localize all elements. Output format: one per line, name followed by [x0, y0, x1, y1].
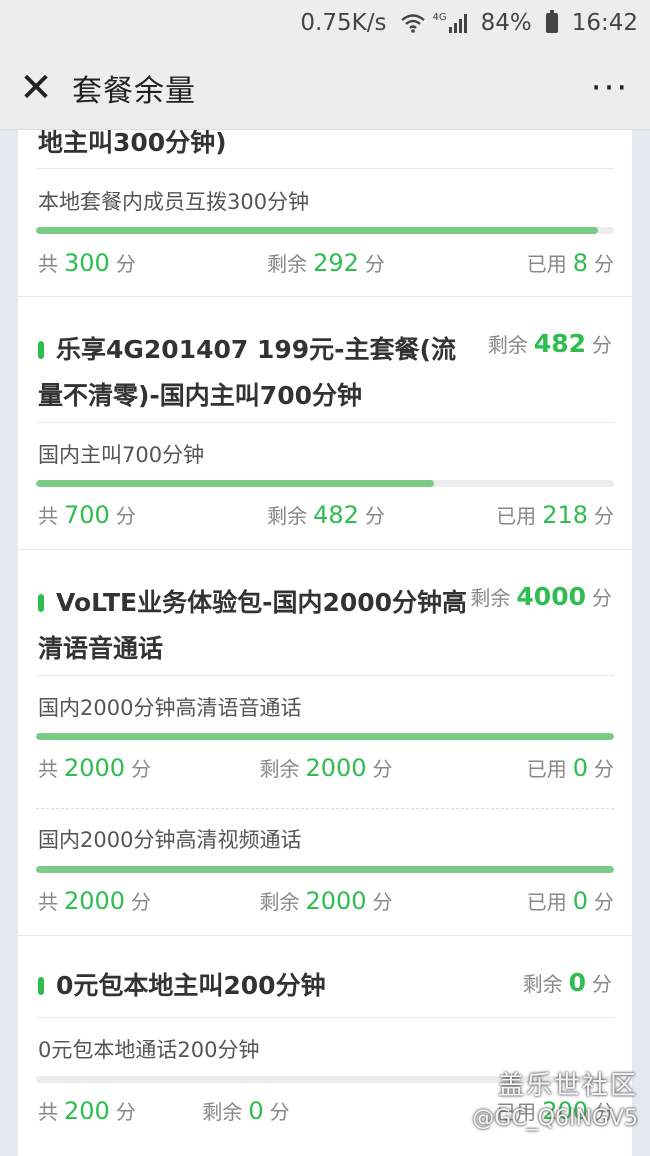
signal-icon: 4G — [432, 13, 467, 33]
item-name: 国内主叫700分钟 — [38, 443, 205, 467]
package-marker — [38, 341, 44, 359]
wifi-icon — [401, 14, 426, 33]
battery-icon — [545, 10, 558, 33]
package-marker — [38, 594, 44, 612]
package-name: 乐享4G201407 199元-主套餐(流量不清零)-国内主叫700分钟 — [38, 335, 456, 410]
watermark-user: @GC_Q6INGV5 — [472, 1106, 638, 1131]
package-remain: 剩余 4000 分 — [470, 582, 612, 611]
item-stats: 共 2000 分 剩余 2000 分 已用 0 分 — [38, 753, 614, 783]
package-remain: 剩余 0 分 — [522, 968, 612, 997]
more-icon: ··· — [590, 67, 630, 108]
usage-bar-fill — [36, 480, 435, 487]
status-icons: 4G — [400, 13, 467, 33]
divider — [36, 168, 614, 169]
usage-bar — [36, 227, 614, 234]
stat-remain: 剩余 0 分 — [202, 1097, 290, 1125]
clock: 16:42 — [571, 10, 638, 36]
close-button[interactable]: ✕ — [0, 46, 72, 130]
package-remain: 剩余 482 分 — [487, 329, 612, 358]
package-name: 地主叫300分钟) — [38, 130, 227, 157]
divider — [36, 675, 614, 676]
item-name: 0元包本地通话200分钟 — [38, 1038, 260, 1062]
package-card: VoLTE业务体验包-国内2000分钟高清语音通话 剩余 4000 分 国内2000… — [18, 550, 632, 935]
nav-bar: ✕ 套餐余量 ··· — [0, 46, 650, 130]
watermark: 盖乐世社区 @GC_Q6INGV5 — [472, 1065, 638, 1131]
package-list[interactable]: 地主叫300分钟) 本地套餐内成员互拨300分钟 共 300 分 剩余 292 分 已用… — [18, 130, 632, 1156]
divider — [36, 422, 614, 423]
stat-used: 已用 218 分 — [496, 501, 614, 529]
usage-bar — [36, 866, 614, 873]
item-stats: 共 700 分 剩余 482 分 已用 218 分 — [38, 500, 614, 530]
usage-bar-fill — [36, 866, 614, 873]
divider — [36, 1017, 614, 1018]
watermark-brand: 盖乐世社区 — [497, 1071, 638, 1101]
dashed-divider — [36, 808, 614, 809]
stat-used: 已用 0 分 — [526, 754, 614, 782]
package-name: VoLTE业务体验包-国内2000分钟高清语音通话 — [38, 588, 468, 663]
more-button[interactable]: ··· — [570, 46, 650, 130]
battery-percent: 84% — [480, 10, 532, 36]
stat-used: 已用 0 分 — [526, 887, 614, 915]
item-name: 本地套餐内成员互拨300分钟 — [38, 190, 310, 214]
usage-bar — [36, 480, 614, 487]
package-card: 地主叫300分钟) 本地套餐内成员互拨300分钟 共 300 分 剩余 292 分 已用… — [18, 130, 632, 296]
page-title: 套餐余量 — [72, 73, 196, 109]
usage-bar-fill — [36, 733, 614, 740]
package-name: 0元包本地主叫200分钟 — [38, 963, 468, 1009]
status-bar: 0.75K/s 4G 84% 16:42 — [0, 0, 650, 46]
package-marker — [38, 977, 44, 995]
network-speed: 0.75K/s — [300, 10, 387, 36]
item-name: 国内2000分钟高清视频通话 — [38, 828, 302, 852]
usage-bar-fill — [36, 227, 599, 234]
package-card: 乐享4G201407 199元-主套餐(流量不清零)-国内主叫700分钟 剩余 4… — [18, 297, 632, 549]
item-stats: 共 2000 分 剩余 2000 分 已用 0 分 — [38, 886, 614, 916]
item-name: 国内2000分钟高清语音通话 — [38, 696, 302, 720]
item-stats: 共 300 分 剩余 292 分 已用 8 分 — [38, 248, 614, 278]
usage-bar — [36, 733, 614, 740]
close-icon: ✕ — [19, 64, 53, 111]
stat-used: 已用 8 分 — [526, 249, 614, 277]
